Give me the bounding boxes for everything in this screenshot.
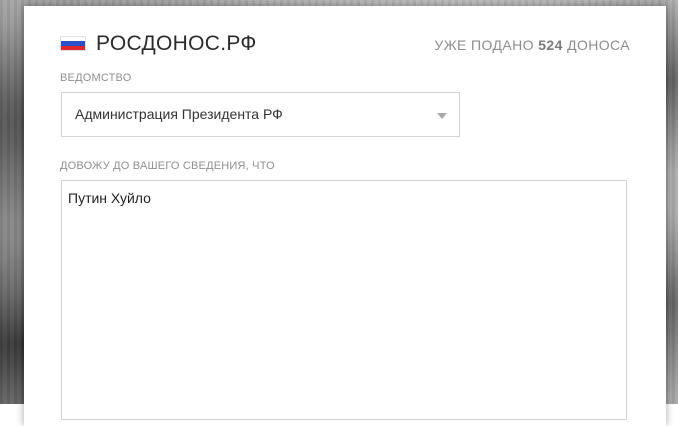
site-title: РОСДОНОС.РФ [96, 32, 257, 55]
counter-prefix: УЖЕ ПОДАНО [434, 37, 534, 53]
report-form-card: РОСДОНОС.РФ УЖЕ ПОДАНО 524 ДОНОСА ВЕДОМС… [24, 6, 666, 426]
russian-flag-icon [60, 36, 86, 51]
report-textarea[interactable]: Путин Хуйло [61, 180, 627, 420]
agency-label: ВЕДОМСТВО [60, 72, 132, 84]
chevron-down-icon [437, 113, 447, 119]
counter-value: 524 [538, 37, 563, 53]
counter-suffix: ДОНОСА [567, 37, 630, 53]
report-label: ДОВОЖУ ДО ВАШЕГО СВЕДЕНИЯ, ЧТО [60, 160, 275, 172]
agency-select-value: Администрация Президента РФ [75, 106, 283, 122]
agency-select[interactable]: Администрация Президента РФ [61, 92, 460, 137]
report-counter: УЖЕ ПОДАНО 524 ДОНОСА [434, 36, 630, 54]
header: РОСДОНОС.РФ УЖЕ ПОДАНО 524 ДОНОСА [60, 30, 630, 58]
